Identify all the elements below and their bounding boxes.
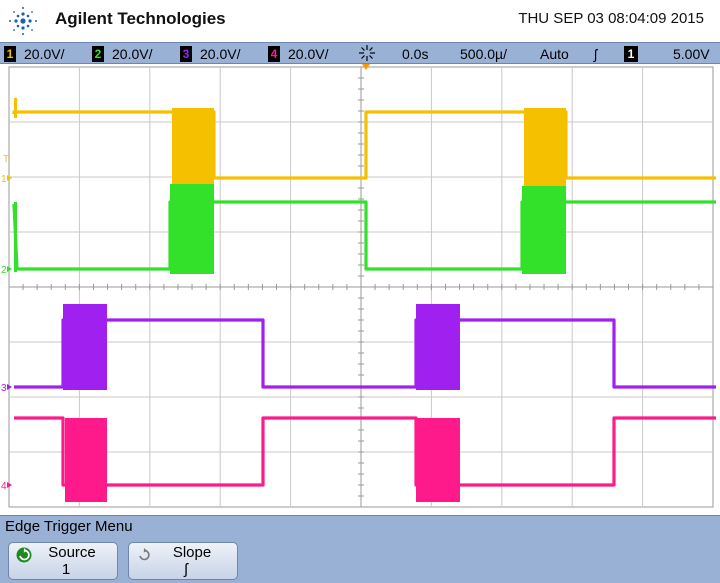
trigger-source[interactable]: 1: [624, 45, 638, 63]
slope-softkey-value: ʃ: [184, 561, 188, 578]
svg-text:3: 3: [1, 383, 7, 394]
ch3-scale-value: 20.0V/: [200, 46, 241, 62]
ch3-badge: 3: [180, 46, 192, 62]
trigger-source-badge: 1: [624, 46, 638, 62]
ch1-ringing-burst-1: [172, 108, 214, 188]
graticule: 1 2 3 4 T: [1, 64, 716, 508]
ch3-ringing-burst-2: [416, 304, 460, 390]
trigger-level-marker: T: [3, 154, 9, 165]
source-softkey[interactable]: Source 1: [8, 542, 118, 580]
horizontal-delay[interactable]: 0.0s: [402, 45, 428, 63]
ch2-edge-start: [14, 202, 17, 272]
ch2-ringing-burst-1: [170, 184, 214, 274]
ch4-ringing-burst-2: [416, 418, 460, 502]
ch2-scale[interactable]: 2 20.0V/: [92, 45, 152, 63]
slope-softkey-label: Slope: [172, 544, 212, 561]
ch1-scale-value: 20.0V/: [24, 46, 65, 62]
trigger-mode[interactable]: Auto: [540, 45, 569, 63]
ch4-badge: 4: [268, 46, 280, 62]
slope-softkey[interactable]: Slope ʃ: [128, 542, 238, 580]
svg-text:2: 2: [1, 265, 7, 276]
trigger-slope-icon: ʃ: [594, 46, 598, 62]
source-softkey-value: 1: [61, 561, 71, 578]
ch2-badge: 2: [92, 46, 104, 62]
datetime: THU SEP 03 08:04:09 2015: [518, 10, 704, 27]
ch4-ringing-burst-1: [65, 418, 107, 502]
menu-title: Edge Trigger Menu: [5, 518, 133, 535]
trigger-level[interactable]: 5.00V: [673, 45, 710, 63]
brand-name: Agilent Technologies: [55, 9, 226, 28]
svg-text:1: 1: [1, 174, 7, 185]
ch1-scale[interactable]: 1 20.0V/: [4, 45, 64, 63]
graticule-grid: [8, 64, 714, 508]
ch1-edge-start: [14, 98, 17, 118]
ch4-scale-value: 20.0V/: [288, 46, 329, 62]
ch2-scale-value: 20.0V/: [112, 46, 153, 62]
agilent-spark-icon: [9, 7, 37, 35]
acquisition-spark-icon: [357, 43, 377, 61]
timebase-scale[interactable]: 500.0µ/: [460, 45, 507, 63]
source-softkey-label: Source: [48, 544, 96, 561]
ch2-ringing-burst-2: [522, 186, 566, 274]
softkey-menu: Edge Trigger Menu Source 1 Slope ʃ: [0, 515, 720, 583]
header: Agilent Technologies THU SEP 03 08:04:09…: [0, 0, 720, 42]
waveform-display[interactable]: 1 2 3 4 T: [0, 64, 720, 515]
ch1-ringing-burst-2: [524, 108, 566, 188]
status-bar: 1 20.0V/ 2 20.0V/ 3 20.0V/ 4 20.0V/ 0.0s 500…: [0, 42, 720, 64]
ch3-scale[interactable]: 3 20.0V/: [180, 45, 240, 63]
ch1-badge: 1: [4, 46, 16, 62]
svg-text:4: 4: [1, 481, 7, 492]
ch3-ringing-burst-1: [63, 304, 107, 390]
ch4-scale[interactable]: 4 20.0V/: [268, 45, 328, 63]
